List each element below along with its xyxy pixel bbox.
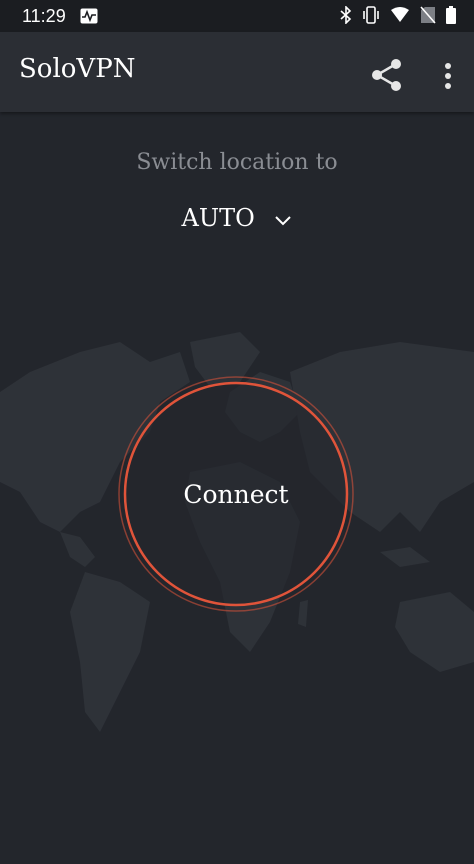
location-selector[interactable]: AUTO	[0, 204, 474, 232]
app-title: SoloVPN	[19, 54, 136, 84]
location-value: AUTO	[181, 204, 255, 232]
switch-location-label: Switch location to	[136, 150, 338, 175]
battery-icon	[446, 6, 456, 24]
activity-icon	[80, 8, 98, 24]
connect-button[interactable]: Connect	[116, 374, 356, 614]
bluetooth-icon	[340, 6, 352, 24]
share-icon[interactable]	[368, 56, 406, 94]
chevron-down-icon	[275, 215, 292, 225]
main-content: Switch location to AUTO Connect	[0, 112, 474, 864]
status-time: 11:29	[22, 6, 66, 26]
more-vert-icon[interactable]	[436, 58, 460, 94]
app-bar: SoloVPN	[0, 32, 474, 112]
vibrate-icon	[363, 6, 379, 24]
wifi-icon	[391, 7, 409, 22]
connect-label: Connect	[183, 480, 289, 509]
no-sim-icon	[420, 6, 436, 24]
status-bar: 11:29	[0, 0, 474, 32]
